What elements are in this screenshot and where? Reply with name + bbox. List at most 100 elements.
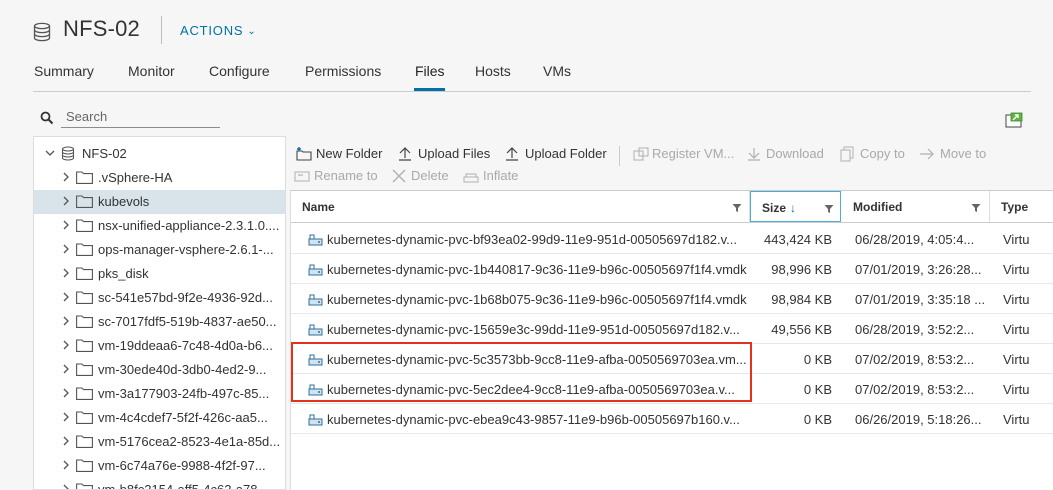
download-icon bbox=[748, 148, 760, 161]
register-vm-icon bbox=[633, 147, 649, 161]
tree-item-label: vm-5176cea2-8523-4e1a-85d... bbox=[98, 434, 281, 449]
tree-item[interactable]: vm-30ede40d-3db0-4ed2-9... bbox=[34, 358, 285, 382]
chevron-down-icon[interactable] bbox=[45, 147, 55, 159]
column-header-modified[interactable]: Modified bbox=[842, 191, 990, 222]
filter-icon[interactable] bbox=[971, 203, 981, 213]
tree-item[interactable]: ops-manager-vsphere-2.6.1-... bbox=[34, 238, 285, 262]
tree-item-label: .vSphere-HA bbox=[98, 170, 173, 185]
tree-item-label: vm-4c4cdef7-5f2f-426c-aa5... bbox=[98, 410, 268, 425]
file-name-link[interactable]: kubernetes-dynamic-pvc-1b68b075-9c36-11e… bbox=[327, 292, 747, 307]
tree-item[interactable]: vm-19ddeaa6-7c48-4d0a-b6... bbox=[34, 334, 285, 358]
header-divider bbox=[161, 16, 162, 44]
file-name-link[interactable]: kubernetes-dynamic-pvc-15659e3c-99dd-11e… bbox=[327, 322, 747, 337]
new-folder-icon bbox=[296, 147, 312, 161]
table-row[interactable]: kubernetes-dynamic-pvc-1b440817-9c36-11e… bbox=[291, 254, 1053, 284]
download-button[interactable]: Download bbox=[746, 146, 826, 164]
register-vm-button[interactable]: Register VM... bbox=[632, 146, 734, 164]
chevron-right-icon[interactable] bbox=[61, 243, 71, 255]
chevron-right-icon[interactable] bbox=[61, 459, 71, 471]
folder-icon bbox=[76, 339, 93, 352]
move-to-button[interactable]: Move to bbox=[919, 146, 989, 164]
upload-files-button[interactable]: Upload Files bbox=[397, 146, 492, 164]
table-row[interactable]: kubernetes-dynamic-pvc-ebea9c43-9857-11e… bbox=[291, 404, 1053, 434]
datastore-icon bbox=[33, 22, 51, 42]
folder-icon bbox=[76, 363, 93, 376]
copy-icon bbox=[840, 146, 854, 162]
tab-permissions[interactable]: Permissions bbox=[305, 63, 381, 79]
filter-icon[interactable] bbox=[732, 203, 742, 213]
tree-root[interactable]: NFS-02 bbox=[34, 142, 285, 166]
copy-to-button[interactable]: Copy to bbox=[839, 146, 907, 164]
upload-folder-button[interactable]: Upload Folder bbox=[504, 146, 609, 164]
chevron-right-icon[interactable] bbox=[61, 291, 71, 303]
file-type: Virtu bbox=[1003, 412, 1030, 427]
actions-menu-button[interactable]: ACTIONS ⌄ bbox=[180, 23, 257, 38]
inflate-icon bbox=[463, 173, 479, 183]
tab-vms[interactable]: VMs bbox=[543, 63, 571, 79]
chevron-right-icon[interactable] bbox=[61, 315, 71, 327]
tree-item[interactable]: nsx-unified-appliance-2.3.1.0.... bbox=[34, 214, 285, 238]
virtual-disk-icon bbox=[308, 294, 323, 306]
tree-item[interactable]: sc-541e57bd-9f2e-4936-92d... bbox=[34, 286, 285, 310]
rename-to-button[interactable]: Rename to bbox=[294, 168, 378, 186]
chevron-right-icon[interactable] bbox=[61, 339, 71, 351]
chevron-right-icon[interactable] bbox=[61, 435, 71, 447]
column-header-size[interactable]: Size ↓ bbox=[750, 191, 841, 222]
file-type: Virtu bbox=[1003, 352, 1030, 367]
file-name-link[interactable]: kubernetes-dynamic-pvc-1b440817-9c36-11e… bbox=[327, 262, 747, 277]
virtual-disk-icon bbox=[308, 354, 323, 366]
tree-item[interactable]: sc-7017fdf5-519b-4837-ae50... bbox=[34, 310, 285, 334]
inflate-button[interactable]: Inflate bbox=[463, 168, 525, 186]
file-modified: 06/26/2019, 5:18:26... bbox=[855, 412, 982, 427]
tree-item[interactable]: kubevols bbox=[34, 190, 285, 214]
file-modified: 07/02/2019, 8:53:2... bbox=[855, 352, 975, 367]
table-row[interactable]: kubernetes-dynamic-pvc-bf93ea02-99d9-11e… bbox=[291, 224, 1053, 254]
delete-button[interactable]: Delete bbox=[391, 168, 453, 186]
table-row[interactable]: kubernetes-dynamic-pvc-5c3573bb-9cc8-11e… bbox=[291, 344, 1053, 374]
table-row[interactable]: kubernetes-dynamic-pvc-15659e3c-99dd-11e… bbox=[291, 314, 1053, 344]
tree-item[interactable]: .vSphere-HA bbox=[34, 166, 285, 190]
column-header-type[interactable]: Type bbox=[990, 191, 1053, 222]
tree-item[interactable]: pks_disk bbox=[34, 262, 285, 286]
file-name-link[interactable]: kubernetes-dynamic-pvc-bf93ea02-99d9-11e… bbox=[327, 232, 747, 247]
chevron-right-icon[interactable] bbox=[61, 363, 71, 375]
folder-icon bbox=[76, 459, 93, 472]
file-name-link[interactable]: kubernetes-dynamic-pvc-5c3573bb-9cc8-11e… bbox=[327, 352, 747, 367]
chevron-right-icon[interactable] bbox=[61, 267, 71, 279]
tab-summary[interactable]: Summary bbox=[34, 63, 94, 79]
chevron-right-icon[interactable] bbox=[61, 195, 71, 207]
chevron-right-icon[interactable] bbox=[61, 483, 71, 490]
export-icon[interactable] bbox=[1005, 112, 1023, 128]
file-name-link[interactable]: kubernetes-dynamic-pvc-5ec2dee4-9cc8-11e… bbox=[327, 382, 747, 397]
file-type: Virtu bbox=[1003, 382, 1030, 397]
tree-item-label: vm-6c74a76e-9988-4f2f-97... bbox=[98, 458, 266, 473]
chevron-right-icon[interactable] bbox=[61, 387, 71, 399]
column-header-name[interactable]: Name bbox=[291, 191, 750, 222]
page-title: NFS-02 bbox=[63, 16, 140, 41]
table-row[interactable]: kubernetes-dynamic-pvc-1b68b075-9c36-11e… bbox=[291, 284, 1053, 314]
file-modified: 06/28/2019, 3:52:2... bbox=[855, 322, 975, 337]
chevron-right-icon[interactable] bbox=[61, 219, 71, 231]
tab-configure[interactable]: Configure bbox=[209, 63, 270, 79]
chevron-right-icon[interactable] bbox=[61, 171, 71, 183]
chevron-right-icon[interactable] bbox=[61, 411, 71, 423]
tab-monitor[interactable]: Monitor bbox=[128, 63, 175, 79]
tree-item[interactable]: vm-4c4cdef7-5f2f-426c-aa5... bbox=[34, 406, 285, 430]
tree-item[interactable]: vm-6c74a76e-9988-4f2f-97... bbox=[34, 454, 285, 478]
tab-hosts[interactable]: Hosts bbox=[475, 63, 511, 79]
file-size: 0 KB bbox=[803, 352, 832, 367]
table-row[interactable]: kubernetes-dynamic-pvc-5ec2dee4-9cc8-11e… bbox=[291, 374, 1053, 404]
search-input[interactable] bbox=[61, 106, 220, 128]
file-type: Virtu bbox=[1003, 232, 1030, 247]
tree-item[interactable]: vm-b8fc2154-aff5-4c62-a78... bbox=[34, 478, 285, 490]
files-panel: New Folder Upload Files Upload Folder Re… bbox=[290, 136, 1053, 490]
tree-item[interactable]: vm-3a177903-24fb-497c-85... bbox=[34, 382, 285, 406]
file-name-link[interactable]: kubernetes-dynamic-pvc-ebea9c43-9857-11e… bbox=[327, 412, 747, 427]
folder-icon bbox=[76, 435, 93, 448]
filter-icon[interactable] bbox=[824, 204, 834, 214]
tree-item[interactable]: vm-5176cea2-8523-4e1a-85d... bbox=[34, 430, 285, 454]
new-folder-button[interactable]: New Folder bbox=[295, 146, 385, 164]
tree-item-label: vm-19ddeaa6-7c48-4d0a-b6... bbox=[98, 338, 273, 353]
tree-root-label: NFS-02 bbox=[82, 146, 127, 161]
tab-files[interactable]: Files bbox=[415, 63, 445, 79]
